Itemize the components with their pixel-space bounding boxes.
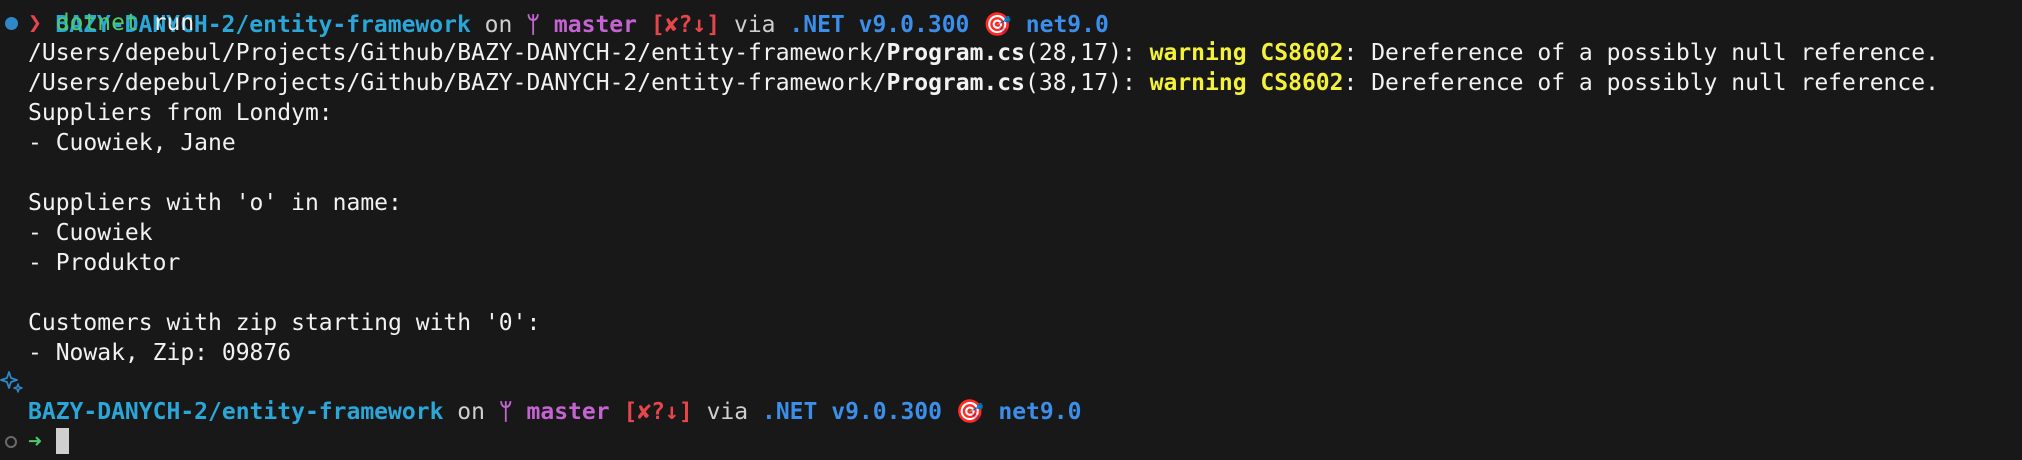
target-icon: 🎯 — [983, 12, 1012, 38]
sparkle-icon[interactable] — [0, 370, 24, 394]
output-line: - Cuowiek — [28, 220, 153, 246]
git-branch-icon: ᛘ — [526, 12, 541, 38]
command-marker-dot[interactable] — [0, 8, 22, 38]
output-line: - Nowak, Zip: 09876 — [28, 340, 292, 366]
command-line: ❯ dotnet run — [28, 8, 194, 38]
input-status-icon — [5, 436, 17, 448]
command-arg: run — [152, 10, 195, 36]
output-line: - Cuowiek, Jane — [28, 130, 236, 156]
command-status-icon — [4, 16, 18, 30]
warning-label: warning CS8602 — [1149, 70, 1344, 96]
dotnet-version: .NET v9.0.300 — [761, 399, 942, 425]
output-line: Suppliers from Londym: — [28, 100, 333, 126]
input-line[interactable]: ➜ — [28, 427, 69, 457]
warning-file[interactable]: Program.cs — [887, 40, 1025, 66]
target-framework: net9.0 — [998, 399, 1082, 425]
command-name: dotnet — [55, 10, 139, 36]
git-branch: master — [526, 399, 610, 425]
output-line: Suppliers with 'o' in name: — [28, 190, 402, 216]
warning-line: /Users/depebul/Projects/Github/BAZY-DANY… — [28, 40, 1939, 66]
output-line: - Produktor — [28, 250, 181, 276]
output-line: Customers with zip starting with '0': — [28, 310, 541, 336]
terminal-window[interactable]: BAZY-DANYCH-2/entity-framework on ᛘ mast… — [0, 0, 2022, 460]
git-status: [✘?↓] — [623, 399, 693, 425]
warning-label: warning CS8602 — [1149, 40, 1344, 66]
prompt-directory: BAZY-DANYCH-2/entity-framework — [28, 399, 444, 425]
git-branch-icon: ᛘ — [498, 399, 513, 425]
shell-prompt: BAZY-DANYCH-2/entity-framework on ᛘ mast… — [28, 399, 1082, 425]
input-arrow-icon: ➜ — [28, 429, 42, 455]
warning-file[interactable]: Program.cs — [887, 70, 1025, 96]
input-marker[interactable] — [0, 427, 22, 457]
text-cursor[interactable] — [55, 428, 69, 454]
prompt-chevron-icon: ❯ — [28, 10, 42, 36]
target-icon: 🎯 — [955, 399, 985, 425]
warning-line: /Users/depebul/Projects/Github/BAZY-DANY… — [28, 70, 1939, 96]
